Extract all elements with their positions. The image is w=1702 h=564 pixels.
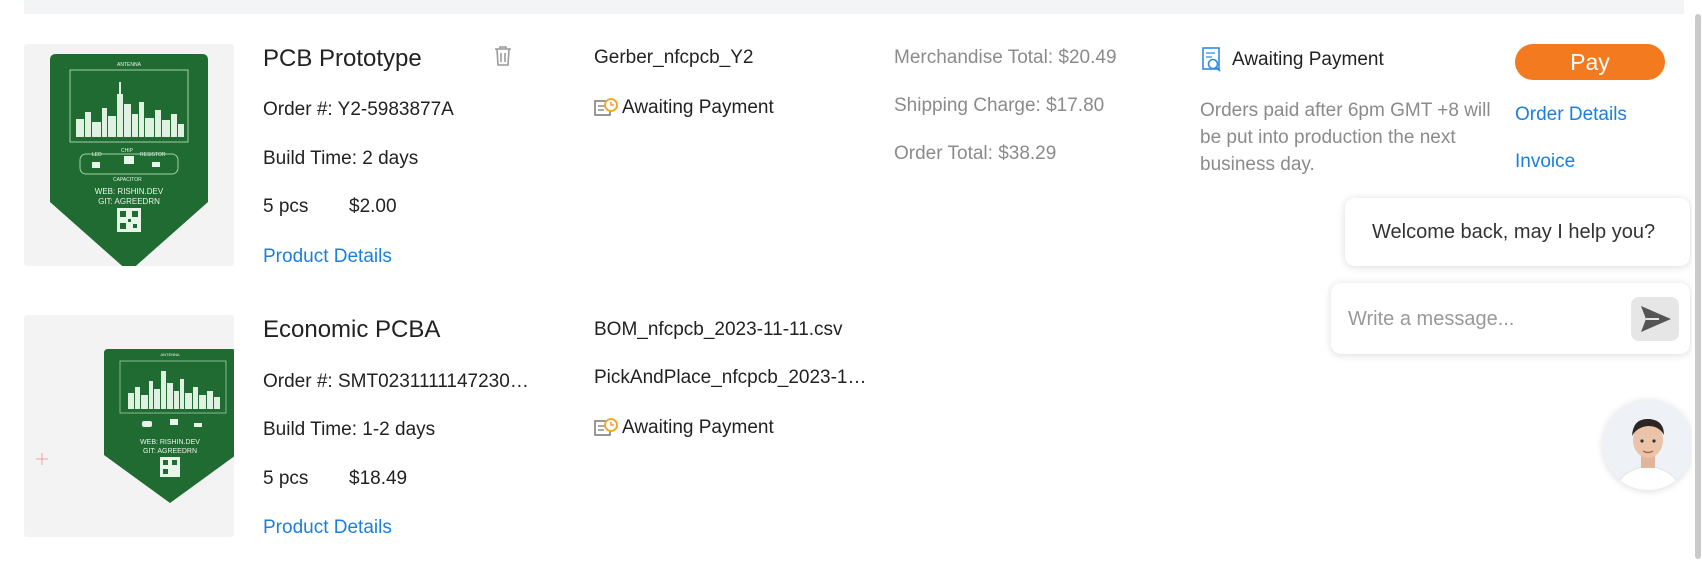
pcba-thumbnail[interactable]: ANTENNA WEB: RISHIN.DEV GIT: AGREEDRN (24, 315, 234, 537)
board-silk-resistor: RESISTOR (140, 152, 166, 158)
previous-row-edge (24, 0, 1684, 14)
trash-icon[interactable] (493, 45, 513, 72)
clock-document-icon (594, 418, 618, 443)
merchandise-total: Merchandise Total: $20.49 (894, 47, 1117, 68)
unit-price: $2.00 (349, 196, 397, 217)
order-total: Order Total: $38.29 (894, 143, 1057, 164)
board-silk-antenna: ANTENNA (117, 62, 142, 68)
file-status: Awaiting Payment (622, 97, 774, 118)
send-button[interactable] (1631, 297, 1679, 341)
clock-document-icon (594, 98, 618, 123)
unit-price: $18.49 (349, 468, 408, 489)
product-title: Economic PCBA (263, 316, 441, 343)
file-status: Awaiting Payment (622, 417, 774, 438)
chat-message-input[interactable] (1346, 305, 1620, 333)
invoice-link[interactable]: Invoice (1515, 150, 1575, 174)
pick-and-place-file-name: PickAndPlace_nfcpcb_2023-1… (594, 367, 867, 388)
order-details-link[interactable]: Order Details (1515, 103, 1627, 127)
scrollbar-thumb[interactable] (1695, 14, 1701, 559)
order-number: Order #: Y2-5983877A (263, 99, 454, 120)
product-title: PCB Prototype (263, 45, 422, 72)
board-silk-web: WEB: RISHIN.DEV (95, 187, 164, 196)
search-document-icon (1201, 47, 1223, 78)
support-agent-avatar[interactable] (1603, 400, 1693, 490)
chat-greeting-text: Welcome back, may I help you? (1372, 221, 1656, 243)
pay-button[interactable]: Pay (1515, 44, 1665, 80)
chat-greeting-bubble[interactable]: Welcome back, may I help you? (1345, 198, 1690, 266)
order-number: Order #: SMT0231111147230… (263, 371, 529, 392)
board-silk-capacitor: CAPACITOR (113, 177, 142, 183)
board-silk-chip: CHIP (121, 148, 134, 154)
shipping-charge: Shipping Charge: $17.80 (894, 95, 1105, 116)
production-note: Orders paid after 6pm GMT +8 will be put… (1200, 100, 1491, 175)
board-silk-git-2: GIT: AGREEDRN (143, 448, 197, 455)
product-details-link[interactable]: Product Details (263, 245, 392, 269)
bom-file-name: BOM_nfcpcb_2023-11-11.csv (594, 319, 843, 340)
build-time: Build Time: 1-2 days (263, 419, 436, 440)
gerber-file-name: Gerber_nfcpcb_Y2 (594, 47, 754, 68)
scrollbar[interactable] (1692, 0, 1702, 564)
send-icon (1641, 306, 1671, 332)
quantity: 5 pcs (263, 468, 309, 489)
pcb-thumbnail[interactable]: ANTENNA LED CHIP RESISTOR CAPACITOR WEB:… (24, 44, 234, 266)
board-silk-led: LED (92, 152, 102, 158)
board-silk-git: GIT: AGREEDRN (98, 197, 160, 206)
order-status: Awaiting Payment (1232, 49, 1384, 70)
board-silk-antenna-2: ANTENNA (160, 352, 179, 357)
product-details-link[interactable]: Product Details (263, 516, 392, 540)
build-time: Build Time: 2 days (263, 148, 419, 169)
board-silk-web-2: WEB: RISHIN.DEV (140, 439, 200, 446)
quantity: 5 pcs (263, 196, 309, 217)
